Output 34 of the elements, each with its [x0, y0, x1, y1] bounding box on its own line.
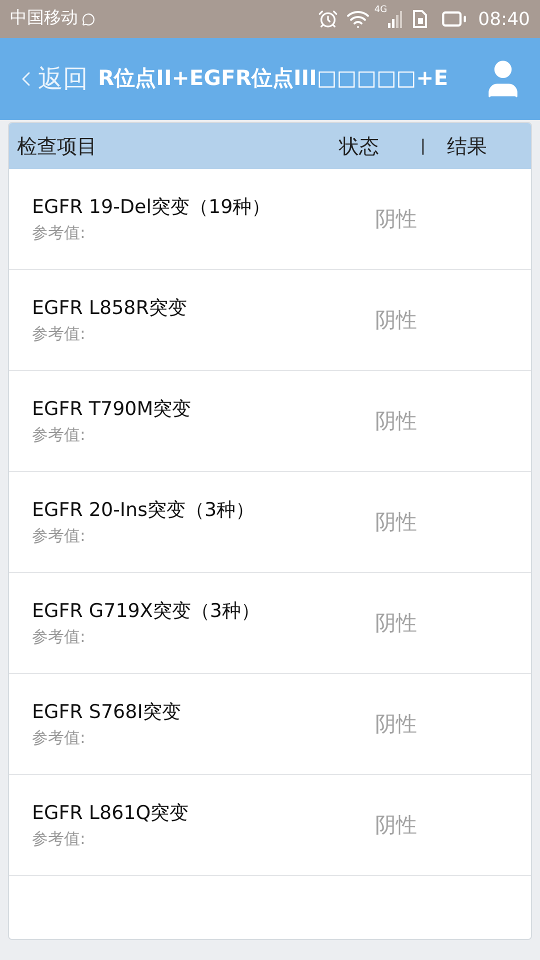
- page-title: R位点II+EGFR位点III□□□□□+E: [98, 65, 450, 92]
- reference-value-label: 参考值:: [32, 727, 86, 750]
- result-status: 阴性: [375, 307, 418, 334]
- reference-value-label: 参考值:: [32, 828, 86, 850]
- test-item-name: EGFR L858R突变: [32, 296, 188, 321]
- test-item-name: EGFR 20-Ins突变（3种）: [32, 498, 256, 523]
- carrier-name: 中国移动: [10, 7, 78, 30]
- column-header: 状态: [339, 133, 380, 160]
- test-item-name: EGFR G719X突变（3种）: [32, 598, 261, 624]
- result-status: 阴性: [375, 711, 418, 738]
- test-item-name: EGFR S768I突变: [32, 700, 182, 725]
- reference-value-label: 参考值:: [32, 222, 86, 244]
- test-item-name: EGFR 19-Del突变（19种）: [32, 194, 272, 220]
- signal-icon: [388, 10, 402, 28]
- result-status: 阴性: [375, 812, 418, 840]
- result-status: 阴性: [375, 509, 418, 536]
- message-icon: [82, 12, 95, 26]
- result-status: 阴性: [375, 610, 418, 638]
- column-header: 检查项目: [17, 133, 98, 160]
- clock-time: 08:40: [478, 8, 530, 32]
- reference-value-label: 参考值:: [32, 525, 86, 548]
- column-divider: |: [419, 135, 427, 157]
- back-button[interactable]: 返回: [14, 60, 88, 98]
- alarm-icon: [318, 9, 338, 29]
- test-item-name: EGFR T790M突变: [32, 396, 192, 422]
- sim-card-icon: [412, 10, 428, 28]
- reference-value-label: 参考值:: [32, 626, 86, 648]
- result-status: 阴性: [375, 408, 418, 436]
- reference-value-label: 参考值:: [32, 323, 86, 346]
- column-header: 结果: [447, 133, 488, 160]
- test-item-name: EGFR L861Q突变: [32, 800, 190, 826]
- network-type: 4G: [374, 4, 388, 17]
- result-status: 阴性: [375, 206, 418, 234]
- reference-value-label: 参考值:: [32, 424, 86, 446]
